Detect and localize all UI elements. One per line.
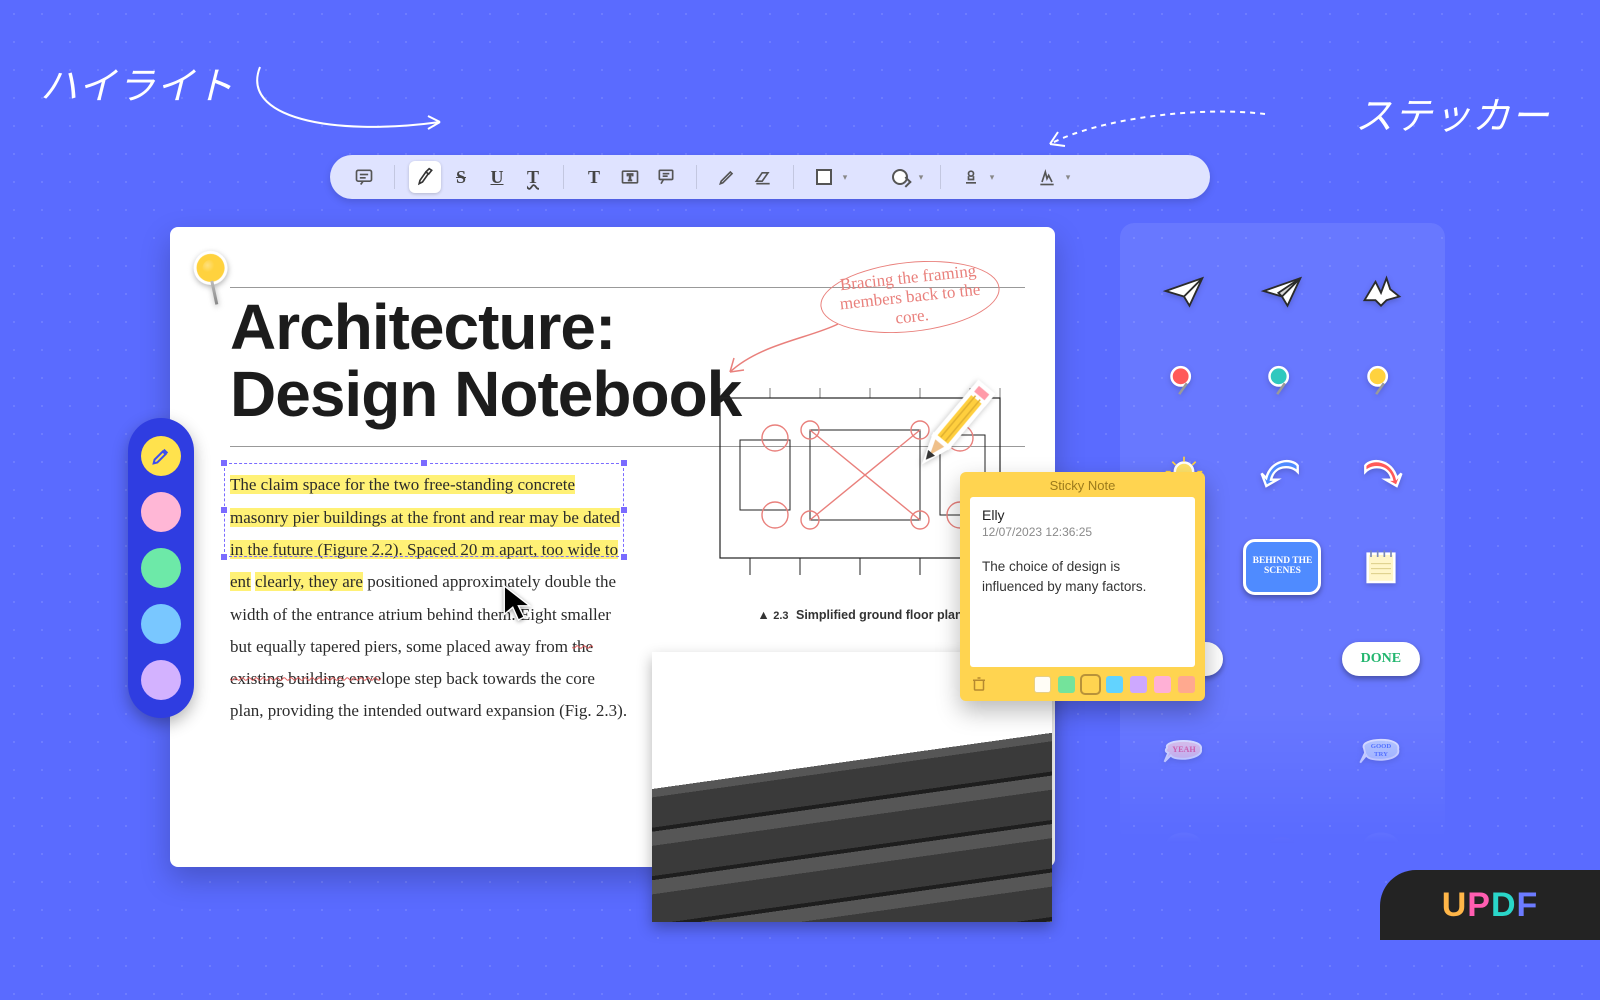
sticker-origami-crane[interactable] xyxy=(1348,263,1414,319)
sticky-color-swatch[interactable] xyxy=(1106,676,1123,693)
svg-text:T: T xyxy=(627,172,633,182)
toolbar-separator xyxy=(563,165,564,189)
brand-logo: UPDF xyxy=(1380,870,1600,940)
sticker-paper-plane-solid[interactable] xyxy=(1249,263,1315,319)
svg-text:GOOD: GOOD xyxy=(1371,743,1392,750)
sticker-callout-label: ステッカー xyxy=(1355,85,1550,140)
sticky-note-body: Elly 12/07/2023 12:36:25 The choice of d… xyxy=(970,497,1195,667)
sticky-color-swatch[interactable] xyxy=(1058,676,1075,693)
sticker-faded-1[interactable] xyxy=(1151,815,1217,871)
pencil-tool-button[interactable] xyxy=(711,161,743,193)
annotation-toolbar: S U T T T ▾ ▾ ▾ ▾ xyxy=(330,155,1210,199)
highlight-callout-label: ハイライト xyxy=(40,55,234,110)
sticker-label: BEHIND THE SCENES xyxy=(1246,555,1318,579)
sticker-arrow-left-blue[interactable] xyxy=(1249,447,1315,503)
callout-tool-button[interactable] xyxy=(650,161,682,193)
color-swatch-purple[interactable] xyxy=(141,660,181,700)
signature-tool-button[interactable] xyxy=(1031,161,1063,193)
highlight-callout-arrow xyxy=(240,62,460,142)
sticky-note-text[interactable]: The choice of design is influenced by ma… xyxy=(982,557,1183,598)
sticker-faded-rainbow[interactable] xyxy=(1249,815,1315,871)
eraser-tool-button[interactable] xyxy=(747,161,779,193)
sticky-color-swatch[interactable] xyxy=(1178,676,1195,693)
sticky-note-popup[interactable]: Sticky Note Elly 12/07/2023 12:36:25 The… xyxy=(960,472,1205,701)
sticky-note-user: Elly xyxy=(982,507,1183,523)
color-palette-panel xyxy=(128,418,194,718)
sticker-arrow-right-red[interactable] xyxy=(1348,447,1414,503)
sticker-notepad[interactable] xyxy=(1348,539,1414,595)
stamp-tool-button[interactable] xyxy=(955,161,987,193)
sticky-color-swatch[interactable] xyxy=(1154,676,1171,693)
rectangle-tool-button[interactable] xyxy=(808,161,840,193)
sticker-paper-plane-outline[interactable] xyxy=(1151,263,1217,319)
toolbar-separator xyxy=(793,165,794,189)
sticky-note-header: Sticky Note xyxy=(960,472,1205,497)
text-tool-button[interactable]: T xyxy=(578,161,610,193)
highlighter-tool-button[interactable] xyxy=(409,161,441,193)
sticker-yeah-bubble[interactable]: YEAH xyxy=(1151,723,1217,779)
textbox-tool-button[interactable]: T xyxy=(614,161,646,193)
sign-dropdown-caret[interactable]: ▾ xyxy=(1063,172,1073,183)
sticker-behind-the-scenes[interactable]: BEHIND THE SCENES xyxy=(1243,539,1321,595)
svg-text:TRY: TRY xyxy=(1374,751,1388,758)
color-swatch-blue[interactable] xyxy=(141,604,181,644)
eyedropper-button[interactable] xyxy=(141,436,181,476)
sticky-color-swatch[interactable] xyxy=(1034,676,1051,693)
underline-tool-button[interactable]: U xyxy=(481,161,513,193)
sticky-color-swatch[interactable] xyxy=(1082,676,1099,693)
sticker-good-try-bubble[interactable]: GOODTRY xyxy=(1348,723,1414,779)
sticker-pushpin-teal[interactable] xyxy=(1249,355,1315,411)
comment-tool-button[interactable] xyxy=(348,161,380,193)
strikethrough-tool-button[interactable]: S xyxy=(445,161,477,193)
shape-dropdown-caret[interactable]: ▾ xyxy=(916,172,926,183)
sticker-done-badge[interactable]: DONE xyxy=(1342,642,1420,676)
caption-text: Simplified ground floor plan xyxy=(796,608,963,622)
rect-dropdown-caret[interactable]: ▾ xyxy=(840,172,850,183)
sticker-faded-3[interactable] xyxy=(1348,815,1414,871)
highlighted-text-tail[interactable]: clearly, they are xyxy=(255,572,363,591)
color-swatch-pink[interactable] xyxy=(141,492,181,532)
sticker-callout-arrow xyxy=(1040,106,1270,156)
toolbar-separator xyxy=(696,165,697,189)
sticky-note-footer xyxy=(960,667,1205,701)
stamp-dropdown-caret[interactable]: ▾ xyxy=(987,172,997,183)
sticker-pushpin-yellow[interactable] xyxy=(1348,355,1414,411)
toolbar-separator xyxy=(940,165,941,189)
title-line-1: Architecture: xyxy=(230,291,615,363)
squiggly-tool-button[interactable]: T xyxy=(517,161,549,193)
svg-text:YEAH: YEAH xyxy=(1172,745,1196,754)
sticker-pushpin-red[interactable] xyxy=(1151,355,1217,411)
sticker-label: DONE xyxy=(1355,649,1407,669)
color-swatch-green[interactable] xyxy=(141,548,181,588)
sticky-color-swatch[interactable] xyxy=(1130,676,1147,693)
trash-icon[interactable] xyxy=(970,675,988,693)
mouse-cursor-icon xyxy=(500,583,534,628)
title-line-2: Design Notebook xyxy=(230,358,741,430)
sticky-note-date: 12/07/2023 12:36:25 xyxy=(982,525,1183,539)
document-body-text[interactable]: The claim space for the two free-standin… xyxy=(230,469,630,727)
shape-tool-button[interactable] xyxy=(884,161,916,193)
caption-fig-number: 2.3 xyxy=(773,610,788,622)
toolbar-separator xyxy=(394,165,395,189)
